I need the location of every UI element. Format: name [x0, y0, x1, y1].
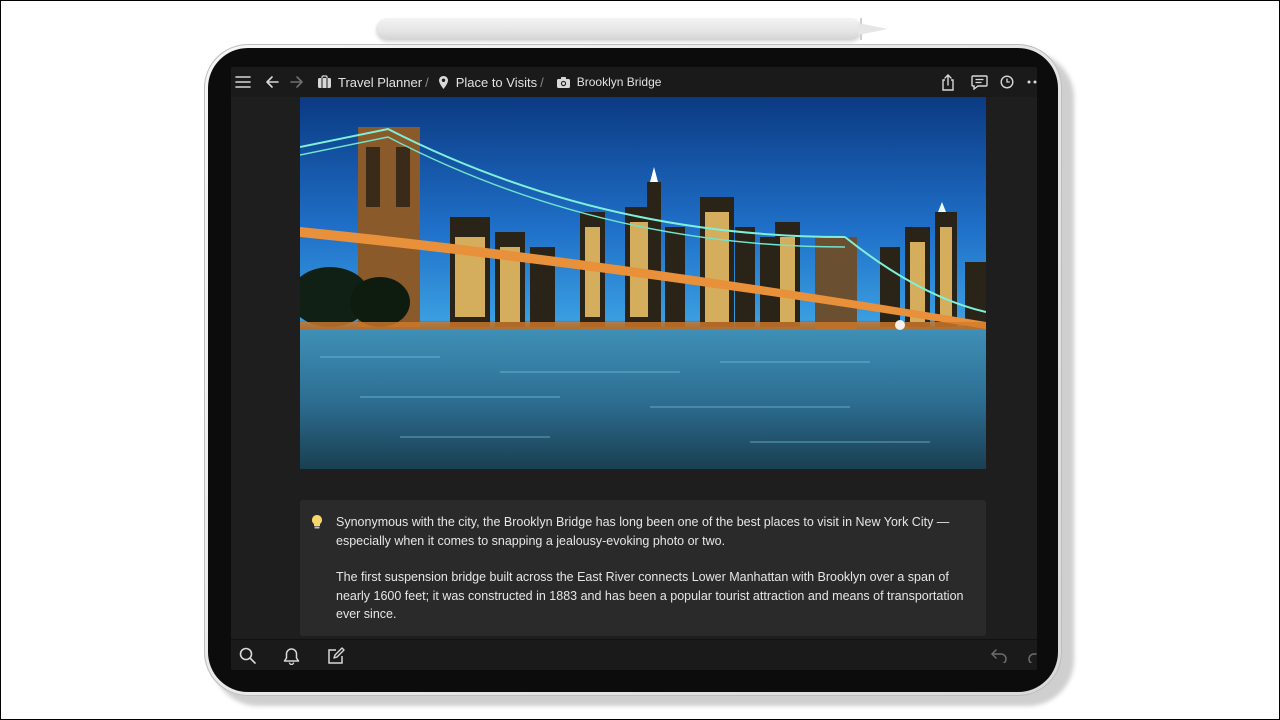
callout-block: Synonymous with the city, the Brooklyn B… — [300, 500, 986, 636]
bottom-toolbar — [231, 639, 1037, 670]
brooklyn-bridge-photo — [300, 97, 986, 469]
stylus-tip — [858, 23, 888, 35]
callout-text: Synonymous with the city, the Brooklyn B… — [336, 513, 966, 642]
breadcrumb-item-place-to-visits[interactable]: Place to Visits — [456, 75, 537, 90]
redo-icon[interactable] — [1028, 640, 1037, 670]
forward-arrow-icon[interactable] — [290, 67, 304, 97]
menu-icon[interactable] — [235, 67, 251, 97]
bell-icon[interactable] — [283, 640, 300, 670]
breadcrumb-separator: / — [540, 74, 544, 90]
comment-icon[interactable] — [971, 67, 988, 97]
compose-icon[interactable] — [327, 640, 345, 670]
callout-paragraph: The first suspension bridge built across… — [336, 570, 964, 622]
back-arrow-icon[interactable] — [265, 67, 279, 97]
map-pin-icon — [438, 75, 449, 90]
more-icon[interactable] — [1027, 67, 1037, 97]
undo-icon[interactable] — [991, 640, 1008, 670]
search-icon[interactable] — [239, 640, 256, 670]
callout-paragraph: Synonymous with the city, the Brooklyn B… — [336, 515, 950, 548]
lightbulb-icon — [311, 514, 323, 535]
top-toolbar: Travel Planner / Place to Visits / Brook… — [231, 67, 1037, 97]
breadcrumb-item-travel-planner[interactable]: Travel Planner — [338, 75, 422, 90]
breadcrumb: Travel Planner / Place to Visits / Brook… — [317, 67, 661, 97]
breadcrumb-separator: / — [425, 74, 429, 90]
camera-icon — [556, 76, 571, 89]
briefcase-icon — [317, 75, 332, 89]
history-icon[interactable] — [1000, 67, 1014, 97]
breadcrumb-item-brooklyn-bridge[interactable]: Brooklyn Bridge — [577, 75, 662, 89]
stylus-pencil — [376, 18, 862, 40]
device-screen: Travel Planner / Place to Visits / Brook… — [231, 67, 1037, 670]
share-icon[interactable] — [941, 67, 955, 97]
